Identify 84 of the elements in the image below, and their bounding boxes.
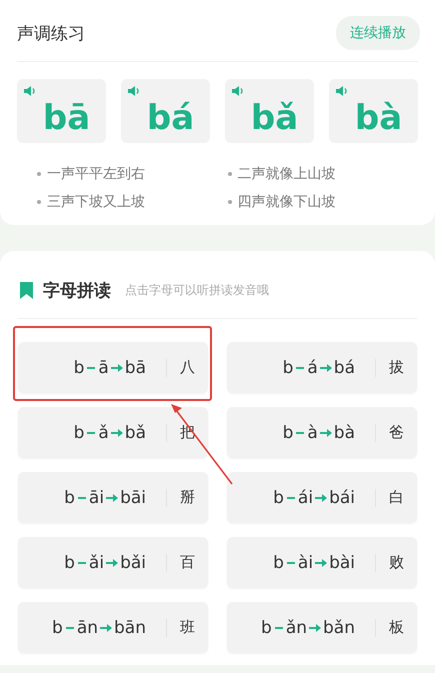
final-letters: ā — [98, 358, 109, 378]
bullet-icon — [37, 172, 41, 176]
final-letters: á — [307, 358, 318, 378]
bookmark-icon — [20, 282, 33, 299]
syllable: bài — [329, 552, 355, 572]
hint-text: 点击字母可以听拼读发音哦 — [125, 282, 269, 299]
chinese-character: 爸 — [389, 423, 404, 442]
syllable: bāi — [120, 488, 146, 508]
initial-letter: b — [282, 358, 294, 378]
spelling-item[interactable]: b ǎn bǎn 板 — [227, 602, 417, 653]
syllable: bà — [334, 422, 355, 442]
syllable: bái — [329, 488, 355, 508]
spelling-item[interactable]: b ái bái 白 — [227, 472, 417, 523]
initial-letter: b — [74, 358, 84, 378]
chinese-character: 拔 — [389, 358, 404, 377]
arrow-icon — [106, 494, 118, 502]
initial-letter: b — [273, 552, 284, 572]
chinese-character: 班 — [180, 618, 195, 637]
syllable: bǎ — [124, 422, 146, 442]
dash-icon — [86, 366, 96, 370]
dash-icon — [76, 560, 87, 564]
initial-letter: b — [282, 422, 294, 442]
initial-letter: b — [273, 488, 284, 508]
bullet-icon — [228, 172, 232, 176]
dash-icon — [286, 560, 296, 564]
syllable: bǎn — [323, 618, 355, 638]
dash-icon — [295, 430, 306, 434]
arrow-icon — [110, 428, 123, 436]
arrow-icon — [110, 364, 123, 372]
chinese-character: 板 — [389, 618, 404, 637]
bullet-icon — [228, 200, 232, 204]
section-title: 字母拼读 — [43, 280, 111, 302]
tone-tip: 一声平平左到右 — [47, 165, 145, 183]
final-letters: ài — [298, 552, 314, 572]
dash-icon — [76, 496, 87, 500]
syllable: bān — [114, 618, 146, 638]
arrow-icon — [106, 558, 118, 566]
final-letters: ǎi — [88, 552, 104, 572]
chinese-character: 败 — [389, 553, 404, 572]
tone-tip: 四声就像下山坡 — [238, 193, 336, 211]
bullet-icon — [37, 200, 41, 204]
chinese-character: 掰 — [180, 488, 195, 507]
dash-icon — [295, 366, 306, 370]
speaker-icon[interactable] — [127, 85, 141, 97]
syllable: bā — [124, 358, 146, 378]
spelling-item[interactable]: b āi bāi 掰 — [18, 472, 208, 523]
spelling-item[interactable]: b ā bā 八 — [18, 342, 208, 393]
initial-letter: b — [261, 618, 272, 638]
tone-tip: 三声下坡又上坡 — [47, 193, 145, 211]
final-letters: ān — [76, 618, 98, 638]
spelling-item[interactable]: b à bà 爸 — [227, 407, 417, 458]
spelling-item[interactable]: b ǎi bǎi 百 — [18, 537, 208, 588]
arrow-icon — [315, 494, 328, 502]
dash-icon — [274, 626, 284, 630]
dash-icon — [286, 496, 296, 500]
initial-letter: b — [52, 618, 63, 638]
arrow-icon — [315, 558, 328, 566]
speaker-icon[interactable] — [231, 85, 245, 97]
spelling-item[interactable]: b ài bài 败 — [227, 537, 417, 588]
final-letters: ái — [298, 488, 314, 508]
initial-letter: b — [74, 422, 84, 442]
syllable: bǎi — [120, 552, 146, 572]
speaker-icon[interactable] — [23, 85, 37, 97]
spelling-item[interactable]: b á bá 拔 — [227, 342, 417, 393]
chinese-character: 八 — [180, 358, 195, 377]
final-letters: à — [307, 422, 318, 442]
dash-icon — [64, 626, 75, 630]
chinese-character: 百 — [180, 553, 195, 572]
arrow-icon — [320, 428, 332, 436]
final-letters: ǎ — [98, 422, 109, 442]
syllable: bá — [334, 358, 355, 378]
spelling-item[interactable]: b ān bān 班 — [18, 602, 208, 653]
arrow-icon — [309, 624, 322, 632]
final-letters: āi — [88, 488, 104, 508]
initial-letter: b — [64, 488, 75, 508]
initial-letter: b — [64, 552, 75, 572]
dash-icon — [86, 430, 96, 434]
section-title: 声调练习 — [17, 22, 85, 44]
chinese-character: 白 — [389, 488, 404, 507]
arrow-icon — [320, 364, 332, 372]
final-letters: ǎn — [286, 618, 308, 638]
tone-tip: 二声就像上山坡 — [238, 165, 336, 183]
speaker-icon[interactable] — [335, 85, 349, 97]
arrow-icon — [100, 624, 112, 632]
